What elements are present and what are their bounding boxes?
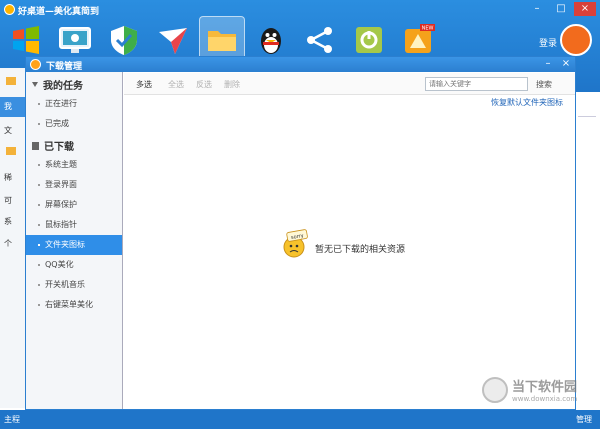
dialog-title: 下载管理	[46, 62, 83, 72]
sidebar-item-mouse-pointer[interactable]: 鼠标指针	[26, 215, 122, 235]
empty-state: sorry 暂无已下载的相关资源	[281, 229, 405, 259]
maximize-button[interactable]: □	[550, 2, 572, 16]
minimize-button[interactable]: –	[526, 2, 548, 16]
empty-message: 暂无已下载的相关资源	[315, 244, 406, 255]
folder-icon	[6, 77, 16, 85]
dialog-toolbar: 多选 全选 反选 删除 搜索	[124, 73, 575, 95]
monitor-icon	[59, 27, 91, 53]
bullet-icon	[38, 102, 40, 105]
windows-logo-icon	[13, 26, 39, 54]
sidebar-item-system-theme[interactable]: 系统主题	[26, 155, 122, 175]
new-badge: NEW	[422, 26, 434, 32]
sidebar-item-folder-icons[interactable]: 文件夹图标	[26, 235, 122, 255]
sidebar-item-label: QQ美化	[45, 260, 74, 269]
sidebar-item-label: 屏幕保护	[45, 200, 77, 209]
download-manager-dialog: 下载管理 – × 我的任务 正在进行 已完成 已下载 系统主题 登录界面 屏幕保…	[25, 56, 576, 410]
status-bar-right[interactable]: 管理	[576, 414, 592, 425]
close-button[interactable]: ×	[574, 2, 596, 16]
app-logo-icon	[4, 4, 15, 15]
background-sidebar-item[interactable]: 稀	[4, 172, 12, 183]
paper-plane-icon	[159, 28, 187, 54]
bullet-icon	[38, 243, 40, 246]
avatar[interactable]	[560, 24, 592, 56]
dialog-close-button[interactable]: ×	[559, 58, 573, 71]
sidebar-item-in-progress[interactable]: 正在进行	[26, 94, 122, 114]
background-sidebar-item[interactable]: 个	[4, 238, 12, 249]
sidebar-item-label: 登录界面	[45, 180, 77, 189]
section-downloaded[interactable]: 已下载	[32, 138, 74, 153]
watermark-logo-icon	[482, 376, 508, 403]
sidebar-item-qq-beautify[interactable]: QQ美化	[26, 255, 122, 275]
sorry-face-icon: sorry	[283, 229, 308, 258]
sidebar-item-login-screen[interactable]: 登录界面	[26, 175, 122, 195]
window-controls: – □ ×	[526, 2, 596, 16]
watermark-text: 当下软件园 www.downxia.com	[512, 376, 577, 403]
sidebar-item-label: 鼠标指针	[45, 220, 77, 229]
download-icon	[30, 59, 41, 70]
sorry-badge: sorry	[291, 233, 305, 241]
folder-icon	[208, 31, 236, 51]
dialog-minimize-button[interactable]: –	[541, 58, 555, 71]
sidebar-item-label: 文件夹图标	[45, 240, 85, 249]
background-sidebar-item[interactable]: 文	[4, 125, 12, 136]
bullet-icon	[38, 203, 40, 206]
select-all-button[interactable]: 全选	[168, 79, 184, 90]
sidebar-item-completed[interactable]: 已完成	[26, 114, 122, 134]
sidebar-item-label: 正在进行	[45, 99, 77, 108]
multi-select-button[interactable]: 多选	[136, 79, 152, 90]
delete-button[interactable]: 删除	[224, 79, 240, 90]
watermark-url: www.downxia.com	[512, 395, 578, 403]
bullet-icon	[38, 303, 40, 306]
qq-penguin-icon	[261, 28, 281, 54]
bullet-icon	[38, 163, 40, 166]
arrow-down-icon	[32, 82, 38, 87]
document-icon	[32, 141, 39, 150]
background-sidebar-item[interactable]: 系	[4, 216, 12, 227]
tools-icon	[356, 27, 382, 53]
section-my-tasks[interactable]: 我的任务	[32, 77, 83, 92]
sidebar-item-screensaver[interactable]: 屏幕保护	[26, 195, 122, 215]
section-label: 我的任务	[43, 81, 83, 92]
section-label: 已下载	[44, 142, 74, 153]
invert-selection-button[interactable]: 反选	[196, 79, 212, 90]
sidebar-item-label: 开关机音乐	[45, 280, 85, 289]
divider	[578, 116, 596, 117]
watermark-name: 当下软件园	[512, 380, 578, 395]
search-button[interactable]: 搜索	[536, 79, 552, 90]
search-input[interactable]	[425, 77, 528, 91]
bullet-icon	[38, 223, 40, 226]
background-sidebar-item[interactable]: 可	[4, 195, 12, 206]
sidebar-item-label: 系统主题	[45, 160, 77, 169]
sidebar-item-label: 右键菜单美化	[45, 300, 93, 309]
sidebar-item-startup-music[interactable]: 开关机音乐	[26, 275, 122, 295]
share-icon	[307, 27, 332, 53]
bullet-icon	[38, 122, 40, 125]
login-link[interactable]: 登录	[539, 36, 557, 49]
sidebar-item-context-menu[interactable]: 右键菜单美化	[26, 295, 122, 315]
dialog-titlebar: 下载管理 – ×	[26, 57, 575, 72]
bullet-icon	[38, 283, 40, 286]
shield-icon	[111, 26, 137, 55]
bullet-icon	[38, 183, 40, 186]
sidebar-item-label: 已完成	[45, 119, 69, 128]
restore-default-folder-icon-link[interactable]: 恢复默认文件夹图标	[491, 97, 563, 108]
status-bar	[0, 410, 600, 429]
background-sidebar-item[interactable]: 我	[4, 101, 12, 112]
bullet-icon	[38, 263, 40, 266]
folder-icon	[6, 147, 16, 155]
dialog-sidebar: 我的任务 正在进行 已完成 已下载 系统主题 登录界面 屏幕保护 鼠标指针 文件…	[26, 72, 123, 409]
fruit-new-icon: NEW	[405, 24, 435, 53]
status-bar-left: 主程	[4, 415, 20, 424]
watermark: 当下软件园 www.downxia.com	[482, 376, 577, 403]
